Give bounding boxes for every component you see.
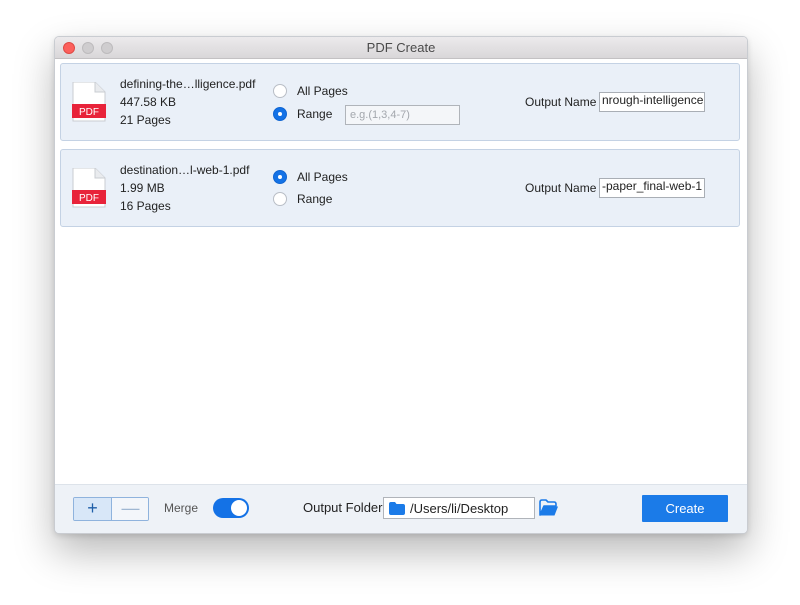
all-pages-radio[interactable]: [273, 84, 287, 98]
svg-text:PDF: PDF: [79, 107, 99, 118]
output-name-field[interactable]: -paper_final-web-1: [599, 178, 705, 198]
file-size: 447.58 KB: [120, 95, 177, 109]
folder-icon: [389, 502, 405, 515]
file-pages: 16 Pages: [120, 199, 171, 213]
minimize-window-button[interactable]: [82, 42, 94, 54]
all-pages-radio[interactable]: [273, 170, 287, 184]
title-bar[interactable]: PDF Create: [55, 37, 747, 59]
open-folder-icon[interactable]: [539, 499, 559, 517]
file-list: PDF defining-the…lligence.pdf 447.58 KB …: [55, 59, 747, 485]
remove-file-button[interactable]: —: [112, 498, 148, 520]
add-remove-control: + —: [73, 497, 149, 521]
merge-label: Merge: [164, 501, 199, 515]
range-radio[interactable]: [273, 192, 287, 206]
range-input[interactable]: [345, 105, 460, 125]
pdf-file-icon: PDF: [72, 168, 106, 208]
pdf-file-icon: PDF: [72, 82, 106, 122]
create-button[interactable]: Create: [642, 495, 728, 522]
range-radio[interactable]: [273, 107, 287, 121]
output-folder-label: Output Folder: [303, 500, 383, 515]
file-name: defining-the…lligence.pdf: [120, 77, 256, 91]
all-pages-label: All Pages: [297, 84, 348, 98]
file-pages: 21 Pages: [120, 113, 171, 127]
add-file-button[interactable]: +: [74, 498, 112, 520]
bottom-toolbar: + — Merge Output Folder /Users/li/Deskto…: [55, 484, 747, 533]
file-name: destination…l-web-1.pdf: [120, 163, 250, 177]
output-name-label: Output Name: [525, 181, 597, 195]
window-title: PDF Create: [366, 40, 436, 55]
file-row[interactable]: PDF destination…l-web-1.pdf 1.99 MB 16 P…: [60, 149, 740, 227]
file-size: 1.99 MB: [120, 181, 165, 195]
output-name-field[interactable]: nrough-intelligence: [599, 92, 705, 112]
output-name-label: Output Name: [525, 95, 597, 109]
all-pages-label: All Pages: [297, 170, 348, 184]
range-label: Range: [297, 192, 333, 206]
range-label: Range: [297, 107, 333, 121]
merge-toggle[interactable]: [213, 498, 249, 518]
output-folder-field[interactable]: /Users/li/Desktop: [383, 497, 535, 519]
pdf-create-window: PDF Create PDF defining-the…lligence.pdf…: [54, 36, 748, 534]
toggle-knob: [231, 500, 247, 516]
svg-text:PDF: PDF: [79, 193, 99, 204]
close-window-button[interactable]: [63, 42, 75, 54]
output-folder-path: /Users/li/Desktop: [410, 501, 509, 516]
file-row[interactable]: PDF defining-the…lligence.pdf 447.58 KB …: [60, 63, 740, 141]
zoom-window-button[interactable]: [101, 42, 113, 54]
